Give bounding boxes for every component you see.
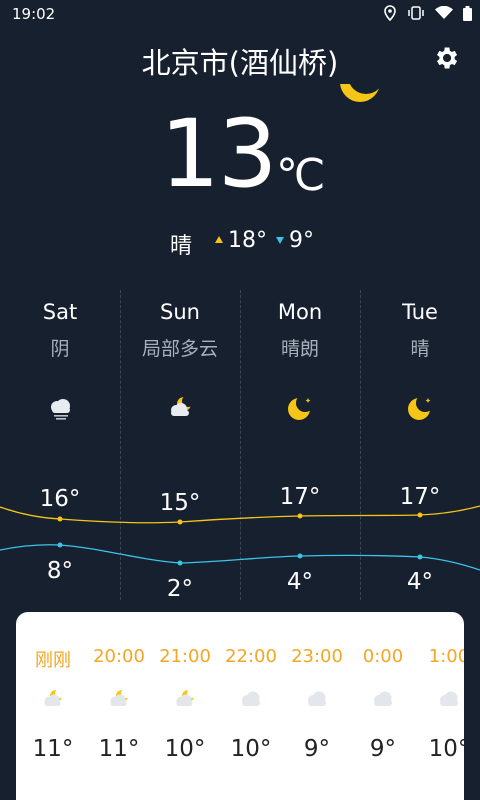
moon-icon <box>336 84 384 114</box>
hour-temp: 9° <box>369 736 397 762</box>
hour-temp: 10° <box>230 736 272 762</box>
high-temp-point <box>297 513 303 519</box>
status-icons <box>383 5 472 21</box>
day-low-temp: 4° <box>406 569 434 595</box>
day-name: Sun <box>160 300 200 324</box>
hour-time: 20:00 <box>93 646 145 667</box>
hour-time: 0:00 <box>362 646 404 667</box>
today-high: 18° <box>228 228 267 253</box>
hour-time: 1:00 <box>428 646 464 667</box>
hour-temp: 10° <box>428 736 464 762</box>
hour-time: 刚刚 <box>35 650 71 671</box>
cloud-icon <box>242 691 260 706</box>
high-temp-point <box>177 519 183 525</box>
clear-night-icon <box>408 394 434 420</box>
status-time: 19:02 <box>12 5 56 23</box>
hourly-item: 22:00 10° <box>218 612 284 800</box>
cloud-icon <box>440 691 458 706</box>
day-high-temp: 16° <box>39 486 81 512</box>
hourly-item: 23:00 9° <box>284 612 350 800</box>
day-high-temp: 17° <box>399 484 441 510</box>
battery-icon <box>463 5 472 21</box>
hourly-item: 刚刚 11° <box>20 612 86 800</box>
high-temp-point <box>417 512 423 518</box>
day-condition: 阴 <box>50 338 70 360</box>
status-bar: 19:02 <box>0 0 480 28</box>
high-arrow-icon <box>215 236 223 243</box>
vibrate-icon <box>408 6 424 20</box>
hour-temp: 10° <box>164 736 206 762</box>
hour-temp: 9° <box>303 736 331 762</box>
city-title[interactable]: 北京市(酒仙桥) <box>0 40 480 82</box>
low-temp-point <box>177 560 183 566</box>
hourly-item: 1:00 10° <box>416 612 464 800</box>
day-condition: 晴朗 <box>280 338 319 360</box>
day-low-temp: 4° <box>286 569 314 595</box>
day-name: Sat <box>42 300 78 324</box>
current-condition: 晴 <box>170 234 193 259</box>
low-temp-point <box>297 553 303 559</box>
day-high-temp: 15° <box>159 490 201 516</box>
partly-cloudy-night-icon <box>44 688 65 706</box>
hour-time: 22:00 <box>225 646 277 667</box>
wifi-icon <box>435 6 453 19</box>
partly-cloudy-night-icon <box>110 688 131 706</box>
current-conditions: 晴 18° 9° <box>0 228 480 259</box>
day-name: Mon <box>277 300 323 324</box>
hourly-item: 0:00 9° <box>350 612 416 800</box>
hour-temp: 11° <box>98 736 140 762</box>
partly-cloudy-night-icon <box>171 395 194 416</box>
cloudy-night-icon <box>51 399 70 420</box>
gear-icon[interactable] <box>432 44 460 72</box>
low-temp-point <box>417 554 423 560</box>
hourly-item: 20:00 11° <box>86 612 152 800</box>
location-icon <box>384 5 396 21</box>
cloud-icon <box>308 691 326 706</box>
day-high-temp: 17° <box>279 484 321 510</box>
hourly-item: 21:00 10° <box>152 612 218 800</box>
temperature-unit: ℃ <box>276 150 326 201</box>
low-temp-point <box>57 542 63 548</box>
clear-night-icon <box>288 394 314 420</box>
day-condition: 局部多云 <box>141 338 218 360</box>
day-low-temp: 2° <box>166 576 194 602</box>
high-temp-point <box>57 516 63 522</box>
day-low-temp: 8° <box>46 558 74 584</box>
today-low: 9° <box>289 228 314 253</box>
partly-cloudy-night-icon <box>176 688 197 706</box>
hour-time: 23:00 <box>291 646 343 667</box>
day-name: Tue <box>402 300 438 324</box>
hourly-forecast-panel[interactable]: 刚刚 11° 20:00 11° 21:00 10° 22:00 10° 23:… <box>16 612 464 800</box>
day-condition: 晴 <box>410 338 430 360</box>
hour-temp: 11° <box>32 736 74 762</box>
cloud-icon <box>374 691 392 706</box>
low-arrow-icon <box>276 237 284 244</box>
current-temperature: 13 <box>160 100 278 209</box>
hour-time: 21:00 <box>159 646 211 667</box>
